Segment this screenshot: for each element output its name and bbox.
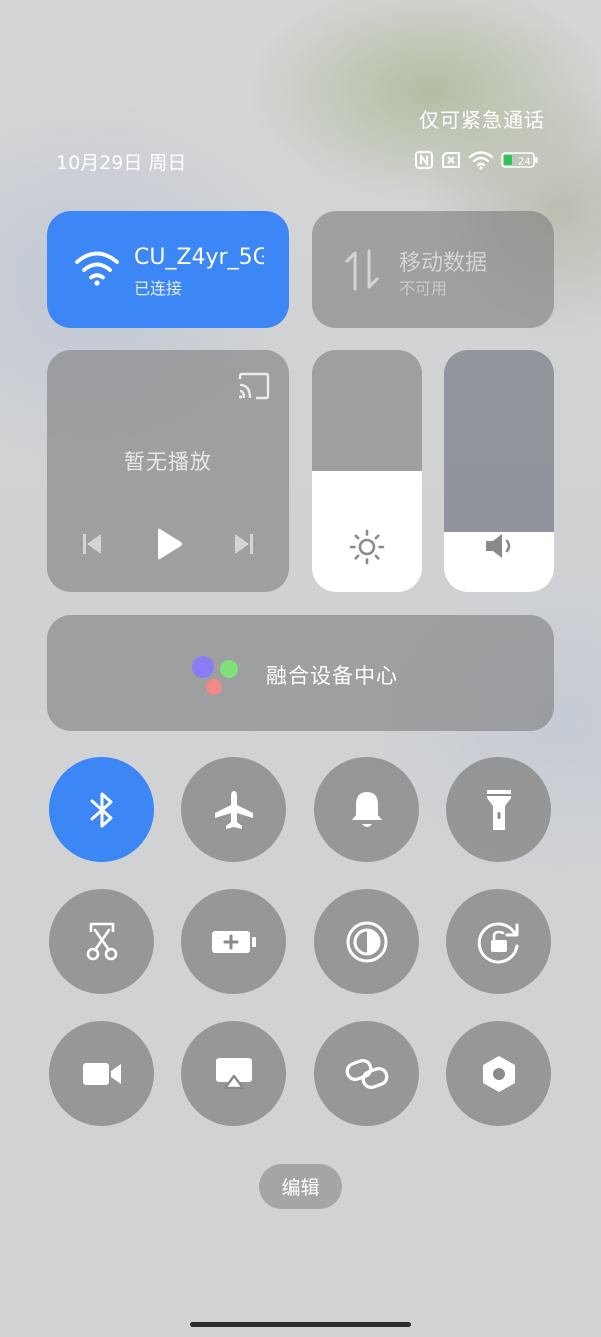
battery-level-text: 24 xyxy=(518,157,531,168)
previous-track-icon[interactable] xyxy=(81,532,103,556)
screenshot-toggle[interactable] xyxy=(49,889,154,994)
video-camera-icon xyxy=(82,1062,121,1085)
battery-charging-icon: 24 xyxy=(501,152,538,168)
dark-mode-toggle[interactable] xyxy=(314,889,419,994)
emergency-calls-only-text: 仅可紧急通话 xyxy=(419,108,545,132)
status-icons: 24 xyxy=(414,148,546,172)
scissors-screenshot-icon xyxy=(86,922,117,960)
wifi-tile[interactable]: CU_Z4yr_5G 已连接 xyxy=(47,211,289,328)
hexagon-settings-icon xyxy=(482,1055,515,1092)
wifi-network-name: CU_Z4yr_5G xyxy=(134,245,264,270)
volume-speaker-icon xyxy=(486,534,511,558)
mobile-data-title: 移动数据 xyxy=(399,251,488,276)
nfc-icon xyxy=(415,151,433,169)
next-track-icon[interactable] xyxy=(233,532,255,556)
wifi-icon xyxy=(75,251,119,286)
rotation-lock-toggle[interactable] xyxy=(446,889,551,994)
flashlight-toggle[interactable] xyxy=(446,757,551,862)
no-sim-icon xyxy=(442,152,460,168)
cast-icon[interactable] xyxy=(237,372,271,400)
brightness-sun-icon xyxy=(349,529,385,565)
mobile-data-status: 不可用 xyxy=(399,279,448,298)
wifi-status: 已连接 xyxy=(134,279,183,298)
battery-saver-toggle[interactable] xyxy=(181,889,286,994)
bluetooth-toggle[interactable] xyxy=(49,757,154,862)
device-center-label: 融合设备中心 xyxy=(266,664,398,688)
mobile-data-tile[interactable]: 移动数据 不可用 xyxy=(312,211,554,328)
screen-cast-toggle[interactable] xyxy=(181,1021,286,1126)
device-center-dots-icon xyxy=(192,656,238,695)
link-share-toggle[interactable] xyxy=(314,1021,419,1126)
play-icon[interactable] xyxy=(155,528,183,560)
media-status-text: 暂无播放 xyxy=(124,450,212,474)
airplane-mode-toggle[interactable] xyxy=(181,757,286,862)
volume-slider[interactable] xyxy=(444,350,554,592)
edit-button[interactable]: 编辑 xyxy=(259,1164,342,1209)
battery-saver-icon xyxy=(211,930,256,953)
bell-icon xyxy=(351,791,382,827)
date-text: 10月29日 周日 xyxy=(56,152,187,174)
screen-recorder-toggle[interactable] xyxy=(49,1021,154,1126)
brightness-slider[interactable] xyxy=(312,350,422,592)
settings-toggle[interactable] xyxy=(446,1021,551,1126)
airplane-icon xyxy=(214,790,253,829)
sound-toggle[interactable] xyxy=(314,757,419,862)
bluetooth-icon xyxy=(90,792,112,827)
home-indicator-bar[interactable] xyxy=(190,1322,411,1327)
rotation-lock-icon xyxy=(477,921,518,963)
wifi-signal-icon xyxy=(468,151,494,170)
screen-cast-icon xyxy=(215,1057,252,1089)
mobile-data-arrows-icon xyxy=(345,249,379,291)
flashlight-icon xyxy=(486,789,511,830)
link-icon xyxy=(345,1058,388,1089)
dark-mode-icon xyxy=(346,921,387,962)
